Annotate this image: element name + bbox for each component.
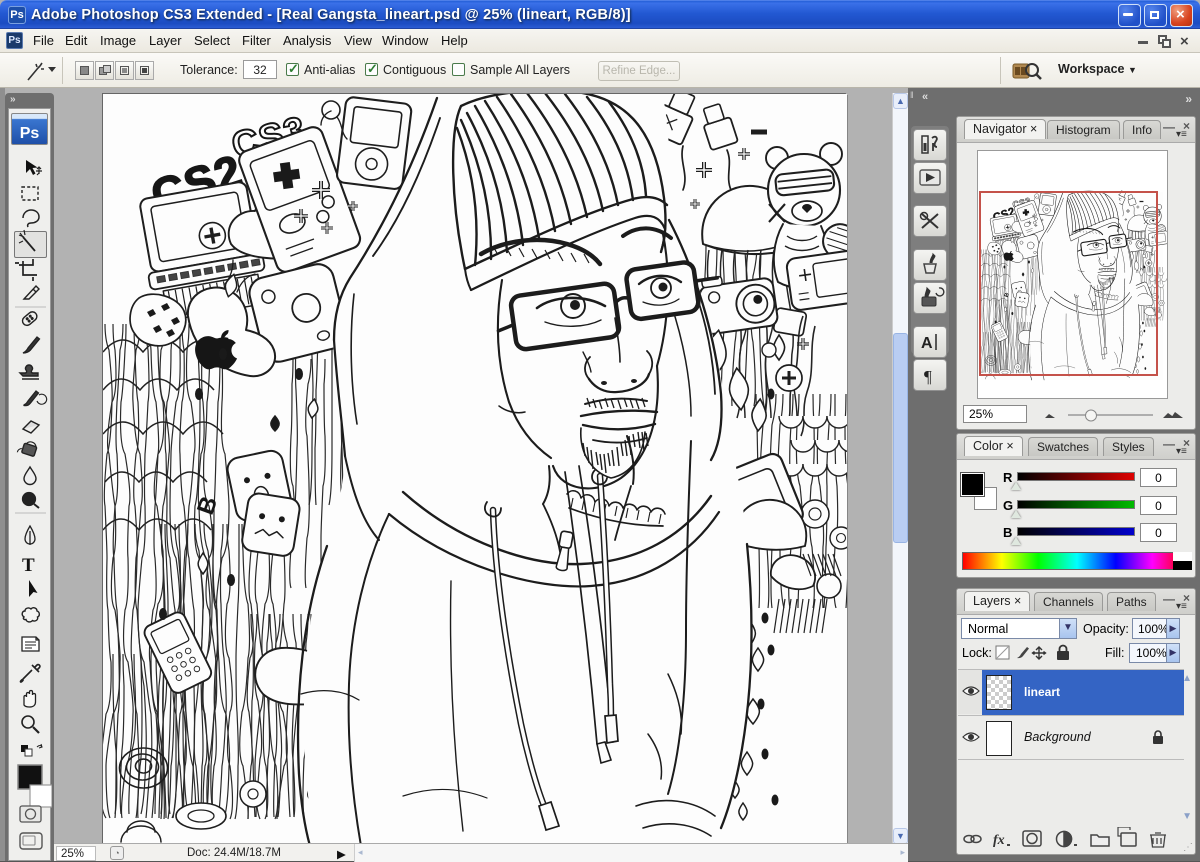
svg-text:¶: ¶ (924, 367, 932, 386)
svg-text:A: A (921, 335, 933, 352)
svg-text:fx: fx (993, 833, 1005, 848)
svg-text:T: T (22, 555, 35, 576)
